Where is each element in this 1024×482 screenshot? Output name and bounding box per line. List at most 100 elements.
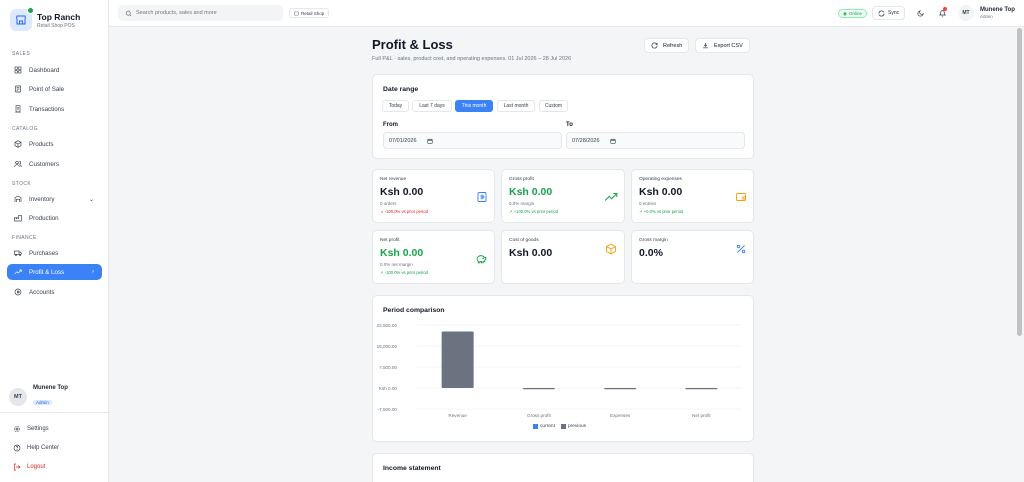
online-status-badge: ◉ Online (838, 9, 867, 18)
bar-previous (685, 388, 718, 390)
export-csv-button[interactable]: Export CSV (695, 38, 750, 53)
from-date-value: 07/01/2026 (389, 137, 417, 144)
stat-sub: 0 orders (380, 201, 397, 206)
chevron-right-icon: › (92, 269, 94, 275)
settings-label: Settings (27, 426, 49, 432)
gear-icon (12, 425, 21, 433)
dark-mode-toggle[interactable] (915, 8, 925, 18)
period-comparison-chart: 22,500.00 15,000.00 7,500.00 Ksh 0.00 -7,500… (377, 323, 742, 418)
range-option-this-month[interactable]: This month (455, 100, 493, 112)
sidebar-item-accounts[interactable]: Accounts (7, 284, 102, 300)
sidebar-item-production[interactable]: Production (7, 210, 102, 226)
topbar-user[interactable]: Munene Top Admin (980, 7, 1015, 19)
range-option-last-7-days[interactable]: Last 7 days (412, 100, 452, 112)
sidebar-item-dashboard[interactable]: Dashboard (7, 62, 102, 78)
stat-label: Gross profit (509, 177, 534, 182)
sidebar: Top Ranch Retail Shop POS SALES Dashboar… (0, 0, 109, 482)
sidebar-item-inventory[interactable]: Inventory ⌄ (7, 191, 102, 207)
online-label: Online (848, 11, 862, 16)
income-statement-card: Income statement (372, 453, 754, 482)
page-subtitle: Full P&L · sales, product cost, and oper… (372, 56, 572, 62)
to-date-input[interactable]: 07/28/2026 (566, 132, 745, 149)
wifi-icon: ◉ (843, 10, 847, 16)
sidebar-user-role-badge: Admin (33, 400, 52, 405)
factory-icon (13, 213, 23, 223)
sidebar-item-purchases[interactable]: Purchases (7, 245, 102, 261)
sidebar-item-label: Production (29, 214, 59, 222)
range-option-last-month[interactable]: Last month (497, 100, 535, 112)
stat-delta-text: -100.0% vs prior period (384, 270, 428, 275)
sidebar-logout[interactable]: Logout (12, 463, 45, 471)
stat-value: Ksh 0.00 (380, 247, 424, 259)
stat-label: Gross margin (639, 238, 668, 243)
x-tick-label: Gross profit (527, 413, 551, 418)
truck-icon (13, 248, 23, 258)
refresh-button[interactable]: Refresh (644, 38, 690, 53)
calendar-icon[interactable] (426, 138, 433, 144)
sidebar-item-profit-loss[interactable]: Profit & Loss › (7, 264, 102, 280)
search-box[interactable] (118, 5, 283, 21)
sidebar-user-card[interactable]: MT Munene Top Admin (9, 385, 68, 409)
sidebar-help-center[interactable]: Help Center (12, 444, 59, 452)
stat-card-operating-expenses: Operating expenses Ksh 0.00 0 entries ↗ … (631, 169, 754, 223)
legend-swatch-current (533, 424, 538, 429)
store-chip-label: Retail Shop (301, 10, 325, 16)
sidebar-item-products[interactable]: Products (7, 136, 102, 152)
to-date-value: 07/28/2026 (572, 137, 600, 144)
sidebar-user-name: Munene Top (33, 385, 68, 391)
sidebar-settings[interactable]: Settings (12, 425, 49, 433)
y-tick-label: 15,000.00 (377, 344, 398, 349)
inventory-icon (13, 194, 23, 204)
sidebar-item-transactions[interactable]: Transactions (7, 101, 102, 117)
legend-label-previous: previous (567, 424, 587, 429)
piggy-bank-icon (474, 252, 488, 266)
page-title: Profit & Loss (372, 37, 453, 52)
range-option-custom[interactable]: Custom (539, 100, 568, 112)
from-label: From (383, 122, 398, 128)
stat-value: Ksh 0.00 (639, 186, 683, 198)
chevron-down-icon[interactable]: ⌄ (89, 196, 94, 203)
section-label-catalog: CATALOG (12, 126, 38, 132)
stat-delta: ↘ -100.0% vs prior period (380, 209, 428, 214)
page-scrollbar[interactable] (1017, 28, 1022, 336)
online-dot (27, 7, 34, 14)
topbar-user-role: Admin (980, 14, 993, 19)
search-icon (125, 10, 132, 17)
sidebar-divider (0, 412, 109, 413)
avatar[interactable]: MT (958, 5, 974, 21)
y-tick-label: 22,500.00 (377, 323, 398, 328)
sync-button[interactable]: Sync (872, 6, 906, 20)
section-label-finance: FINANCE (12, 235, 37, 241)
transactions-icon (13, 104, 23, 114)
stat-delta: ↗ +0.0% vs prior period (639, 209, 684, 214)
sidebar-item-customers[interactable]: Customers (7, 156, 102, 172)
receipt-icon (475, 190, 489, 204)
refresh-icon (651, 42, 658, 49)
legend-swatch-previous (560, 424, 566, 429)
calendar-icon[interactable] (609, 138, 616, 144)
sidebar-item-point-of-sale[interactable]: Point of Sale (7, 81, 102, 97)
stat-delta: ↗ +100.0% vs prior period (509, 209, 559, 214)
stat-card-net-revenue: Net revenue Ksh 0.00 0 orders ↘ -100.0% … (372, 169, 495, 223)
x-tick-label: Revenue (448, 413, 467, 418)
users-icon (13, 159, 23, 169)
y-tick-label: Ksh 0.00 (379, 386, 398, 391)
stat-card-gross-margin: Gross margin 0.0% (631, 230, 754, 284)
bar-previous (604, 388, 637, 390)
from-date-input[interactable]: 07/01/2026 (383, 132, 562, 149)
stat-value: Ksh 0.00 (509, 186, 553, 198)
help-label: Help Center (27, 445, 60, 451)
sidebar-item-label: Customers (29, 160, 59, 168)
wallet-icon (734, 190, 748, 204)
notifications-button[interactable] (937, 7, 947, 18)
income-statement-title: Income statement (383, 465, 441, 472)
sidebar-item-label: Dashboard (29, 66, 60, 74)
store-chip[interactable]: Retail Shop (289, 8, 330, 18)
date-range-title: Date range (383, 86, 419, 93)
legend-label-current: current (540, 424, 555, 429)
bar-previous (441, 331, 474, 388)
sidebar-item-label: Inventory (29, 195, 55, 203)
stat-card-cost-of-goods: Cost of goods Ksh 0.00 (501, 230, 625, 284)
search-input[interactable] (136, 10, 276, 16)
range-option-today[interactable]: Today (382, 100, 409, 112)
